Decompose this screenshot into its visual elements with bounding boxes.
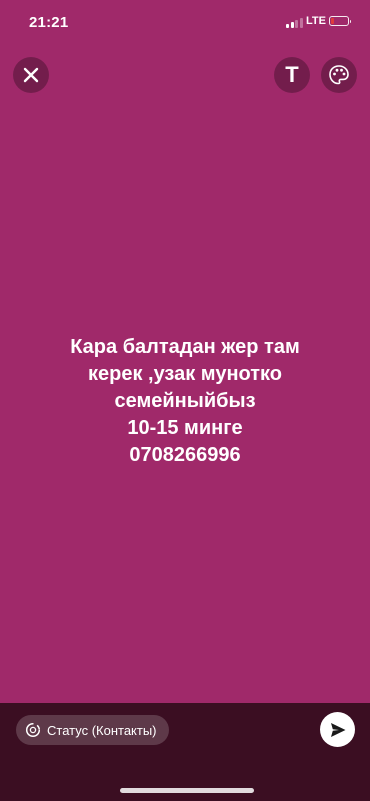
send-icon [330, 722, 345, 737]
status-text-line: 10-15 минге [127, 417, 243, 439]
battery-icon [329, 16, 351, 26]
status-text-line: керек ,узак мунотко [87, 363, 283, 385]
palette-icon [329, 65, 349, 85]
signal-strength-icon [286, 17, 303, 28]
status-text-line: Кара балтадан жер там [70, 336, 300, 358]
close-button[interactable] [13, 57, 49, 93]
network-type: LTE [306, 15, 326, 27]
status-text-line: 0708266996 [129, 444, 241, 466]
status-audience-label: Статус (Контакты) [47, 722, 157, 738]
home-indicator [120, 788, 254, 793]
color-palette-button[interactable] [321, 57, 357, 93]
close-icon [23, 67, 39, 83]
send-button[interactable] [320, 712, 355, 747]
text-tool-label: T [285, 62, 299, 87]
clock: 21:21 [29, 14, 69, 31]
status-text-line: семейныйбыз [114, 390, 256, 412]
status-bar: 21:21 LTE [0, 0, 370, 44]
status-audience-button[interactable]: Статус (Контакты) [16, 715, 169, 745]
text-tool-button[interactable]: T [274, 57, 310, 93]
status-icon [25, 722, 41, 738]
status-text: Кара балтадан жер там керек ,узак мунотк… [0, 334, 370, 469]
